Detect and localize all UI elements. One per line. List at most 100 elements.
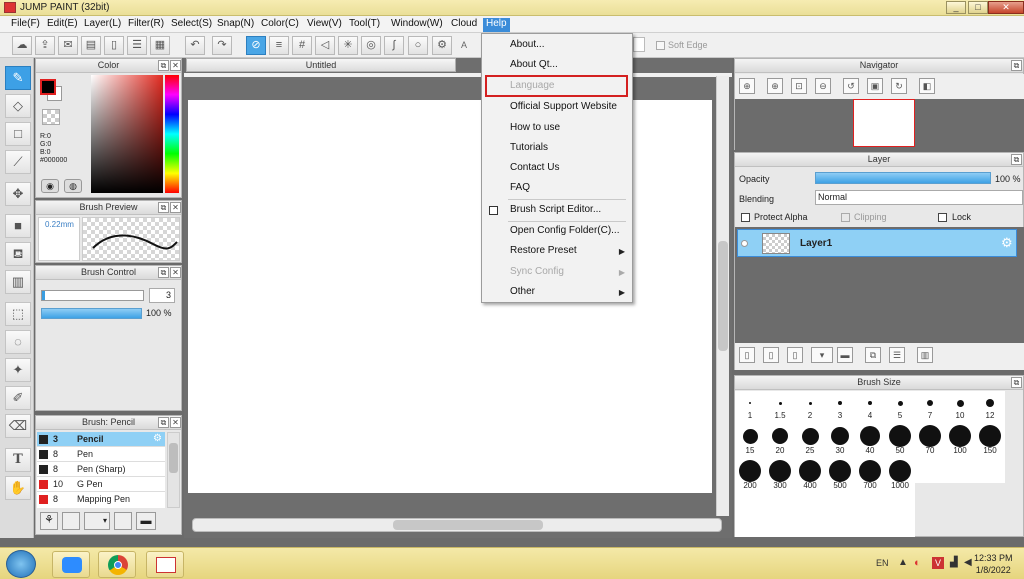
clock[interactable]: 12:33 PM 1/8/2022 [974, 552, 1013, 576]
list-item[interactable]: 8 Pen (Sharp) [37, 462, 165, 477]
folder-icon[interactable]: ▬ [136, 512, 156, 530]
parallel-snap-icon[interactable]: ≡ [269, 36, 289, 55]
rectangle-tool-icon[interactable]: □ [5, 122, 31, 146]
tray-antivirus-icon[interactable]: V [932, 557, 944, 569]
brush-size-cell[interactable]: 300 [765, 457, 795, 490]
horizontal-scrollbar[interactable] [192, 518, 722, 532]
brush-size-cell[interactable]: 400 [795, 457, 825, 490]
brush-size-cell[interactable]: 7 [915, 391, 945, 422]
brush-size-cell[interactable]: 2 [795, 391, 825, 422]
perspective-snap-icon[interactable]: ◁ [315, 36, 335, 55]
transparent-color-swatch[interactable] [42, 109, 60, 125]
tray-expand-icon[interactable]: ▲ [898, 557, 908, 568]
zoom-in-icon[interactable]: ⊕ [739, 78, 755, 94]
new-brush-icon[interactable] [62, 512, 80, 530]
document-icon[interactable]: ▯ [104, 36, 124, 55]
navigator-preview-area[interactable] [735, 99, 1024, 150]
brush-size-input[interactable]: 3 [149, 288, 175, 303]
script-icon[interactable] [114, 512, 132, 530]
grid-snap-icon[interactable]: # [292, 36, 312, 55]
brush-size-cell[interactable]: 30 [825, 422, 855, 455]
rotate-right-icon[interactable]: ↻ [891, 78, 907, 94]
brush-size-cell[interactable]: 3 [825, 391, 855, 422]
menu-file[interactable]: File(F) [8, 18, 43, 32]
menu-item-support-website[interactable]: Official Support Website [510, 99, 617, 115]
zoom-out-icon[interactable]: ⊖ [815, 78, 831, 94]
panel-float-icon[interactable]: ⧉ [1011, 60, 1022, 71]
panel-float-icon[interactable]: ⧉ [158, 202, 169, 213]
brush-size-cell[interactable]: 700 [855, 457, 885, 490]
list-item[interactable]: 8 Mapping Pen [37, 492, 165, 507]
redo-icon[interactable]: ↷ [212, 36, 232, 55]
brush-script-checkbox[interactable] [489, 206, 498, 215]
list-item[interactable]: 3 Pencil ⚙ [37, 432, 165, 447]
ellipse-snap-icon[interactable]: ○ [408, 36, 428, 55]
jump-paint-app-button[interactable] [146, 551, 184, 578]
select-rect-tool-icon[interactable]: ⬚ [5, 302, 31, 326]
menu-help[interactable]: Help [483, 18, 510, 32]
curve-snap-icon[interactable]: ∫ [384, 36, 404, 55]
bucket-tool-icon[interactable]: ⛾ [5, 242, 31, 266]
brush-menu-icon[interactable]: ▾ [84, 512, 110, 530]
gear-snap-icon[interactable]: ⚙ [432, 36, 452, 55]
fill-rect-tool-icon[interactable]: ■ [5, 214, 31, 238]
menu-tool[interactable]: Tool(T) [346, 18, 383, 32]
brush-size-cell[interactable]: 100 [945, 422, 975, 455]
list-item[interactable]: 8 Pen [37, 447, 165, 462]
brush-size-cell[interactable]: 20 [765, 422, 795, 455]
duplicate-layer-icon[interactable]: ⧉ [865, 347, 881, 363]
network-icon[interactable]: ▟ [950, 557, 958, 568]
foreground-color-swatch[interactable] [40, 79, 56, 95]
undo-icon[interactable]: ↶ [185, 36, 205, 55]
list-icon[interactable]: ☰ [127, 36, 147, 55]
brush-size-cell[interactable]: 10 [945, 391, 975, 422]
new-layer-menu-icon[interactable]: ▾ [811, 347, 833, 363]
lasso-tool-icon[interactable]: ◌ [5, 330, 31, 354]
export-icon[interactable]: ⇪ [35, 36, 55, 55]
panel-close-icon[interactable]: ✕ [170, 60, 181, 71]
panel-float-icon[interactable]: ⧉ [1011, 377, 1022, 388]
menu-item-other[interactable]: Other [510, 284, 535, 300]
menu-color[interactable]: Color(C) [258, 18, 302, 32]
menu-select[interactable]: Select(S) [168, 18, 215, 32]
brush-size-cell[interactable]: 25 [795, 422, 825, 455]
comment-icon[interactable]: ✉ [58, 36, 78, 55]
brush-size-cell[interactable]: 1000 [885, 457, 915, 490]
tray-app-icon[interactable]: ◐ [914, 557, 921, 569]
close-button[interactable]: ✕ [988, 1, 1024, 14]
document-tab[interactable]: Untitled [186, 58, 456, 72]
zoom-app-button[interactable] [52, 551, 90, 578]
clipping-checkbox[interactable] [841, 213, 850, 222]
zoom-in-alt-icon[interactable]: ⊕ [767, 78, 783, 94]
brush-settings-icon[interactable]: ⚘ [40, 512, 58, 530]
menu-item-language[interactable]: Language [510, 78, 555, 94]
menu-item-how-to-use[interactable]: How to use [510, 120, 560, 136]
panel-close-icon[interactable]: ✕ [170, 202, 181, 213]
flip-icon[interactable]: ◧ [919, 78, 935, 94]
rotate-left-icon[interactable]: ↺ [843, 78, 859, 94]
new-vector-layer-icon[interactable]: ▯ [787, 347, 803, 363]
brush-size-cell[interactable]: 40 [855, 422, 885, 455]
menu-layer[interactable]: Layer(L) [81, 18, 124, 32]
vertical-scrollbar[interactable] [716, 76, 729, 516]
language-indicator[interactable]: EN [876, 558, 889, 568]
layer-row[interactable]: Layer1 ⚙ [737, 229, 1017, 257]
chrome-app-button[interactable] [98, 551, 136, 578]
panel-close-icon[interactable]: ✕ [170, 417, 181, 428]
text-tool-icon[interactable]: T [5, 448, 31, 472]
hue-slider[interactable] [165, 75, 179, 193]
eraser-tool-icon[interactable]: ◇ [5, 94, 31, 118]
brush-tool-icon[interactable]: ✎ [5, 66, 31, 90]
menu-item-about[interactable]: About... [510, 37, 544, 53]
move-tool-icon[interactable]: ✥ [5, 182, 31, 206]
color-wheel-icon[interactable]: ◉ [41, 179, 59, 193]
menu-view[interactable]: View(V) [304, 18, 345, 32]
circle-snap-icon[interactable]: ◎ [361, 36, 381, 55]
toolbar-field[interactable] [633, 37, 645, 52]
soft-edge-checkbox[interactable] [656, 41, 665, 50]
brush-size-cell[interactable]: 150 [975, 422, 1005, 455]
menu-window[interactable]: Window(W) [388, 18, 446, 32]
lock-checkbox[interactable] [938, 213, 947, 222]
brush-size-cell[interactable]: 12 [975, 391, 1005, 422]
merge-layer-icon[interactable]: ☰ [889, 347, 905, 363]
